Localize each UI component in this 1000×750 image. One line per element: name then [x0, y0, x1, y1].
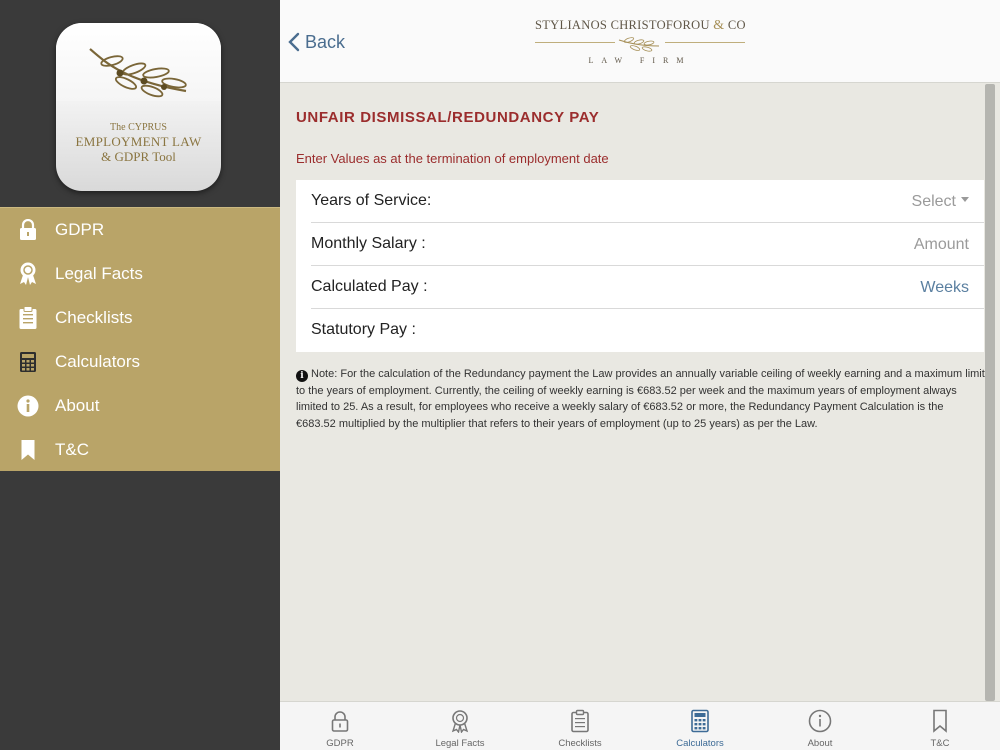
calculated-pay-label: Calculated Pay : [311, 278, 428, 295]
tab-tc[interactable]: T&C [880, 702, 1000, 750]
redundancy-note: i Note: For the calculation of the Redund… [296, 366, 986, 432]
clipboard-icon [17, 306, 39, 330]
tab-label: About [807, 738, 833, 749]
tab-label: Calculators [676, 738, 724, 749]
sidebar-item-label: T&C [55, 440, 89, 459]
bottom-tab-bar: GDPR Legal Facts Checklists Calculators … [280, 701, 1000, 750]
caret-down-icon [961, 197, 969, 203]
years-of-service-select[interactable]: Select [912, 193, 969, 211]
info-icon [808, 709, 832, 733]
sidebar: The CYPRUS EMPLOYMENT LAW & GDPR Tool GD… [0, 0, 280, 750]
page-title: UNFAIR DISMISSAL/REDUNDANCY PAY [296, 109, 600, 126]
app-logo-line2: EMPLOYMENT LAW [75, 134, 202, 149]
lock-icon [17, 218, 39, 242]
sidebar-item-label: Legal Facts [55, 264, 143, 283]
sidebar-item-about[interactable]: About [0, 384, 280, 428]
tab-gdpr[interactable]: GDPR [280, 702, 400, 750]
sidebar-item-label: GDPR [55, 220, 105, 239]
tab-calculators[interactable]: Calculators [640, 702, 760, 750]
sidebar-item-calculators[interactable]: Calculators [0, 340, 280, 384]
calculator-icon [17, 350, 39, 374]
back-button[interactable]: Back [288, 28, 345, 56]
calculator-icon [691, 709, 709, 733]
statutory-pay-row: Statutory Pay : [296, 309, 984, 352]
olive-sprig-icon [618, 37, 660, 52]
monthly-salary-input[interactable]: Amount [914, 236, 969, 254]
sidebar-item-gdpr[interactable]: GDPR [0, 208, 280, 252]
sidebar-item-label: Calculators [55, 352, 141, 371]
calculated-pay-value: Weeks [920, 279, 969, 296]
sidebar-item-tc[interactable]: T&C [0, 428, 280, 472]
app-logo-line1: The CYPRUS [110, 122, 167, 133]
years-of-service-row[interactable]: Years of Service: Select [296, 180, 984, 223]
bookmark-icon [933, 709, 947, 733]
lock-icon [331, 711, 349, 732]
clipboard-icon [571, 709, 589, 733]
main-content: Back STYLIANOS CHRISTOFOROU & CO LAW FIR… [280, 0, 1000, 750]
sidebar-item-label: Checklists [55, 308, 133, 327]
sidebar-menu: GDPR Legal Facts Checklists Calculators … [0, 207, 280, 471]
sidebar-item-legal-facts[interactable]: Legal Facts [0, 252, 280, 296]
calculator-form: Years of Service: Select Monthly Salary … [296, 180, 984, 352]
tab-about[interactable]: About [760, 702, 880, 750]
back-label: Back [305, 31, 346, 52]
note-text: Note: For the calculation of the Redunda… [296, 368, 985, 430]
scrollbar[interactable] [985, 84, 995, 701]
calculated-pay-row: Calculated Pay : Weeks [296, 266, 984, 309]
monthly-salary-row[interactable]: Monthly Salary : Amount [296, 223, 984, 266]
award-ribbon-icon [17, 262, 39, 286]
top-bar: Back STYLIANOS CHRISTOFOROU & CO LAW FIR… [280, 0, 1000, 83]
monthly-salary-label: Monthly Salary : [311, 235, 426, 252]
olive-branch-icon [89, 48, 187, 98]
bookmark-icon [17, 438, 39, 462]
firm-subtitle: LAW FIRM [588, 56, 692, 65]
info-icon [17, 394, 39, 418]
tab-label: Legal Facts [435, 738, 485, 749]
tab-label: Checklists [558, 738, 602, 749]
tab-label: T&C [930, 738, 950, 749]
award-ribbon-icon [451, 710, 469, 733]
statutory-pay-label: Statutory Pay : [311, 321, 416, 338]
sidebar-item-checklists[interactable]: Checklists [0, 296, 280, 340]
sidebar-item-label: About [55, 396, 100, 415]
tab-checklists[interactable]: Checklists [520, 702, 640, 750]
firm-logo: STYLIANOS CHRISTOFOROU & CO LAW FIRM [535, 18, 746, 70]
app-logo-line3: & GDPR Tool [101, 149, 176, 164]
chevron-left-icon [288, 32, 300, 52]
years-of-service-label: Years of Service: [311, 192, 432, 209]
app-logo: The CYPRUS EMPLOYMENT LAW & GDPR Tool [56, 23, 221, 191]
tab-label: GDPR [326, 738, 354, 749]
instruction-text: Enter Values as at the termination of em… [296, 151, 609, 166]
info-icon: i [296, 370, 308, 383]
tab-legal-facts[interactable]: Legal Facts [400, 702, 520, 750]
